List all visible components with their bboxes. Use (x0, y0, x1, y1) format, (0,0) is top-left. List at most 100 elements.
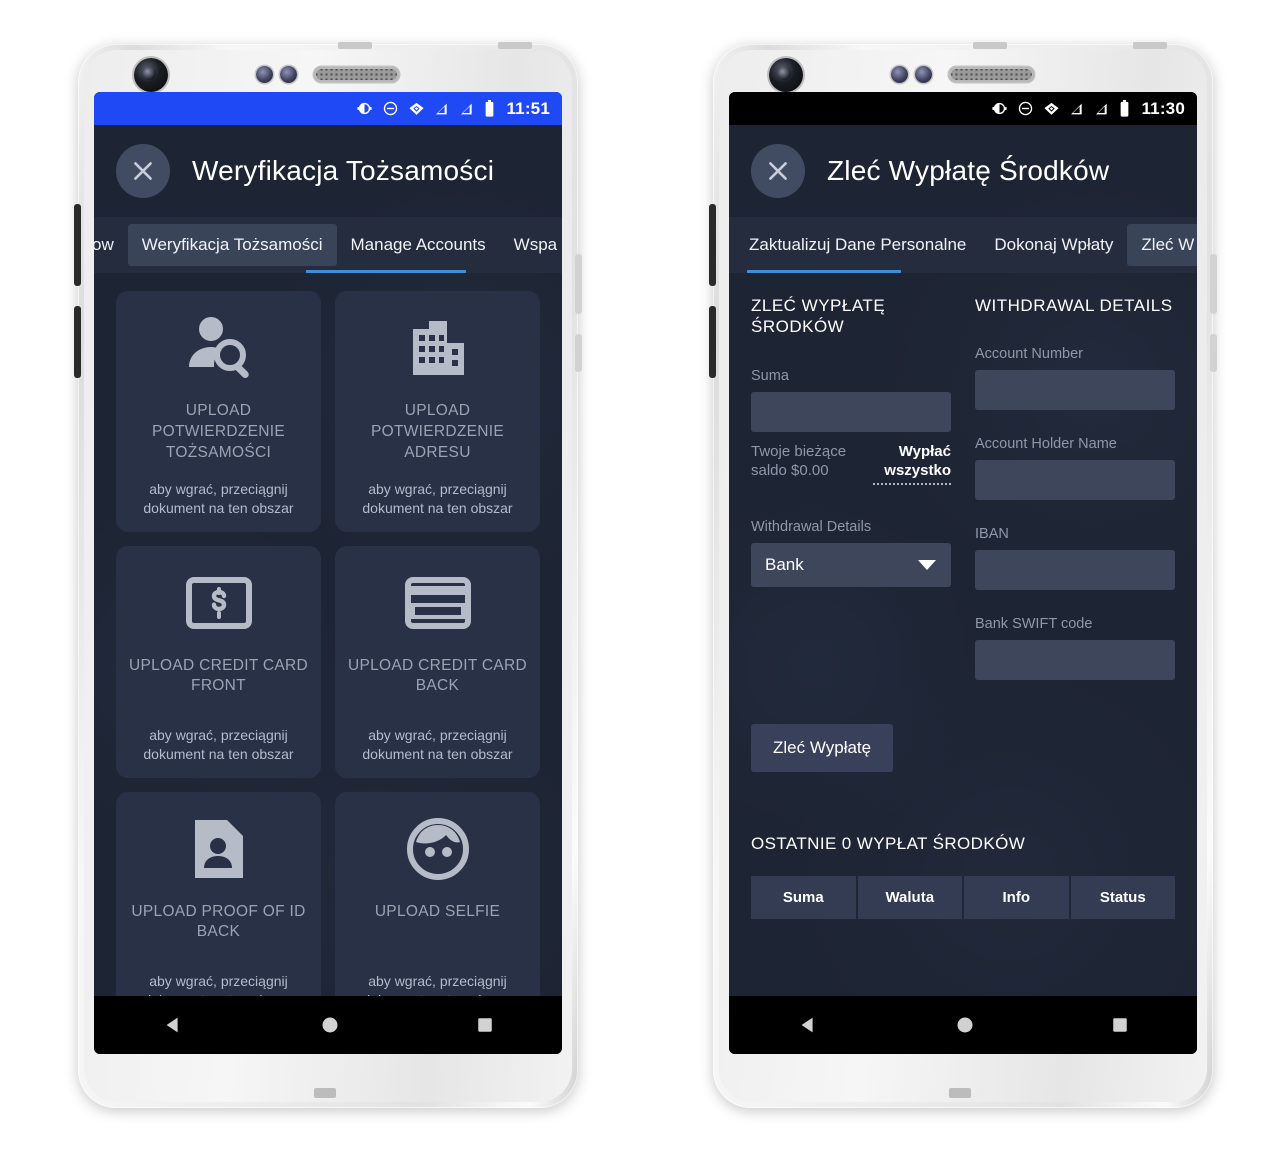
upload-card-credit-card-back[interactable]: UPLOAD CREDIT CARD BACK aby wgrać, przec… (335, 545, 540, 778)
withdrawal-method-select-wrap: Bank (751, 542, 951, 587)
back-triangle-icon[interactable] (162, 1014, 184, 1036)
battery-icon (486, 100, 494, 117)
volume-button[interactable] (74, 204, 81, 286)
antenna-band (338, 42, 372, 49)
status-time: 11:51 (506, 98, 550, 118)
close-button[interactable] (116, 144, 170, 198)
building-icon (407, 311, 469, 385)
contrast-icon (357, 102, 373, 115)
do-not-disturb-icon (1019, 101, 1033, 116)
app-body-right: Zleć Wypłatę Środków Zaktualizuj Dane Pe… (729, 125, 1197, 996)
person-search-icon (185, 311, 253, 385)
tab-wsparcie[interactable]: Wspa (500, 217, 562, 273)
upload-card-proof-of-id-back[interactable]: UPLOAD PROOF OF ID BACK aby wgrać, przec… (116, 791, 321, 996)
account-number-input[interactable] (975, 370, 1175, 411)
account-holder-name-label: Account Holder Name (975, 436, 1117, 453)
app-body-left: Weryfikacja Tożsamości ow Weryfikacja To… (94, 125, 562, 996)
page-title: Zleć Wypłatę Środków (827, 155, 1110, 186)
tab-partial-left[interactable]: ow (94, 217, 128, 273)
withdraw-left-column: ZLEĆ WYPŁATĘ ŚRODKÓW Suma Twoje bieżące … (751, 295, 951, 680)
side-rail (1210, 334, 1217, 372)
iban-input[interactable] (975, 550, 1175, 591)
earpiece-speaker (949, 67, 1034, 82)
tab-dokonaj-wplaty[interactable]: Dokonaj Wpłaty (980, 217, 1127, 273)
tab-manage-accounts[interactable]: Manage Accounts (337, 217, 500, 273)
upload-card-selfie[interactable]: UPLOAD SELFIE aby wgrać, przeciągnij dok… (335, 791, 540, 996)
signal-icon (436, 103, 448, 114)
bank-swift-code-input[interactable] (975, 640, 1175, 681)
android-nav-bar (94, 996, 562, 1054)
signal-icon (461, 103, 473, 114)
status-bar: 11:51 (94, 92, 562, 125)
credit-card-icon (404, 566, 471, 640)
recent-withdrawals-table-header: Suma Waluta Info Status (751, 876, 1175, 920)
chin-marking (314, 1088, 336, 1098)
money-card-icon (185, 566, 252, 640)
recent-withdrawals-title: OSTATNIE 0 WYPŁAT ŚRODKÓW (751, 834, 1026, 854)
column-header-waluta[interactable]: Waluta (857, 876, 962, 920)
upload-card-hint: aby wgrać, przeciągnij dokument na ten o… (362, 480, 513, 516)
page-title: Weryfikacja Tożsamości (192, 155, 495, 186)
side-rail (1210, 254, 1217, 314)
power-button[interactable] (709, 306, 716, 378)
current-balance-text: Twoje bieżące saldo $0.00 (751, 442, 847, 480)
wifi-icon (1044, 102, 1060, 115)
upload-card-proof-of-address[interactable]: UPLOAD POTWIERDZENIE ADRESU aby wgrać, p… (335, 291, 540, 532)
upload-documents-content: UPLOAD POTWIERDZENIE TOŻSAMOŚCI aby wgra… (94, 273, 562, 996)
bank-swift-code-label: Bank SWIFT code (975, 616, 1093, 633)
tab-row: ow Weryfikacja Tożsamości Manage Account… (94, 217, 562, 273)
upload-card-credit-card-front[interactable]: UPLOAD CREDIT CARD FRONT aby wgrać, prze… (116, 545, 321, 778)
light-sensor-icon (280, 66, 297, 83)
upload-card-hint: aby wgrać, przeciągnij dokument na ten o… (143, 480, 294, 516)
column-header-suma[interactable]: Suma (751, 876, 856, 920)
antenna-band (498, 42, 532, 49)
recents-square-icon[interactable] (476, 1016, 494, 1034)
volume-button[interactable] (709, 204, 716, 286)
withdraw-all-link[interactable]: Wypłać wszystko (873, 442, 951, 485)
iban-label: IBAN (975, 526, 1009, 543)
amount-input[interactable] (751, 391, 951, 432)
section-title-withdrawal-details: WITHDRAWAL DETAILS (975, 296, 1173, 315)
phone-screen-left: 11:51 Weryfikacja Tożsamości ow Weryfika… (94, 92, 562, 1054)
close-icon (134, 162, 152, 180)
tab-strip-left[interactable]: ow Weryfikacja Tożsamości Manage Account… (94, 217, 562, 273)
front-camera-icon (769, 58, 803, 92)
upload-card-title: UPLOAD CREDIT CARD BACK (347, 656, 528, 695)
tab-strip-right[interactable]: Zaktualizuj Dane Personalne Dokonaj Wpła… (729, 217, 1197, 273)
home-circle-icon[interactable] (320, 1015, 340, 1035)
power-button[interactable] (74, 306, 81, 378)
upload-card-proof-of-identity[interactable]: UPLOAD POTWIERDZENIE TOŻSAMOŚCI aby wgra… (116, 291, 321, 532)
phone-screen-right: 11:30 Zleć Wypłatę Środków Zaktualizuj D… (729, 92, 1197, 1054)
back-triangle-icon[interactable] (797, 1014, 819, 1036)
chin-marking (949, 1088, 971, 1098)
android-nav-bar (729, 996, 1197, 1054)
recents-square-icon[interactable] (1111, 1016, 1129, 1034)
signal-icon (1071, 103, 1083, 114)
tab-weryfikacja-tozsamosci[interactable]: Weryfikacja Tożsamości (127, 224, 337, 266)
close-icon (769, 162, 787, 180)
home-circle-icon[interactable] (955, 1015, 975, 1035)
upload-card-hint: aby wgrać, przeciągnij dokument na ten o… (362, 726, 513, 762)
phone-device-left: 11:51 Weryfikacja Tożsamości ow Weryfika… (74, 42, 582, 1108)
tab-zlec-wyplate[interactable]: Zleć W (1127, 224, 1197, 266)
tab-row: Zaktualizuj Dane Personalne Dokonaj Wpła… (735, 217, 1197, 273)
tab-zaktualizuj-dane-personalne[interactable]: Zaktualizuj Dane Personalne (735, 217, 980, 273)
column-header-status[interactable]: Status (1070, 876, 1175, 920)
upload-card-grid: UPLOAD POTWIERDZENIE TOŻSAMOŚCI aby wgra… (94, 273, 562, 996)
upload-card-title: UPLOAD SELFIE (374, 902, 501, 920)
submit-withdrawal-button[interactable]: Zleć Wypłatę (751, 724, 894, 773)
column-header-info[interactable]: Info (964, 876, 1069, 920)
account-holder-name-input[interactable] (975, 460, 1175, 501)
withdraw-form-content: ZLEĆ WYPŁATĘ ŚRODKÓW Suma Twoje bieżące … (729, 273, 1197, 996)
light-sensor-icon (915, 66, 932, 83)
front-camera-icon (134, 58, 168, 92)
form-columns: ZLEĆ WYPŁATĘ ŚRODKÓW Suma Twoje bieżące … (729, 273, 1197, 681)
close-button[interactable] (751, 144, 805, 198)
upload-card-title: UPLOAD POTWIERDZENIE TOŻSAMOŚCI (151, 402, 286, 461)
withdraw-right-column: WITHDRAWAL DETAILS Account Number Accoun… (975, 295, 1175, 681)
antenna-band (973, 42, 1007, 49)
contrast-icon (992, 102, 1008, 115)
balance-row: Twoje bieżące saldo $0.00 Wypłać wszystk… (751, 442, 951, 485)
upload-card-title: UPLOAD PROOF OF ID BACK (131, 902, 306, 941)
